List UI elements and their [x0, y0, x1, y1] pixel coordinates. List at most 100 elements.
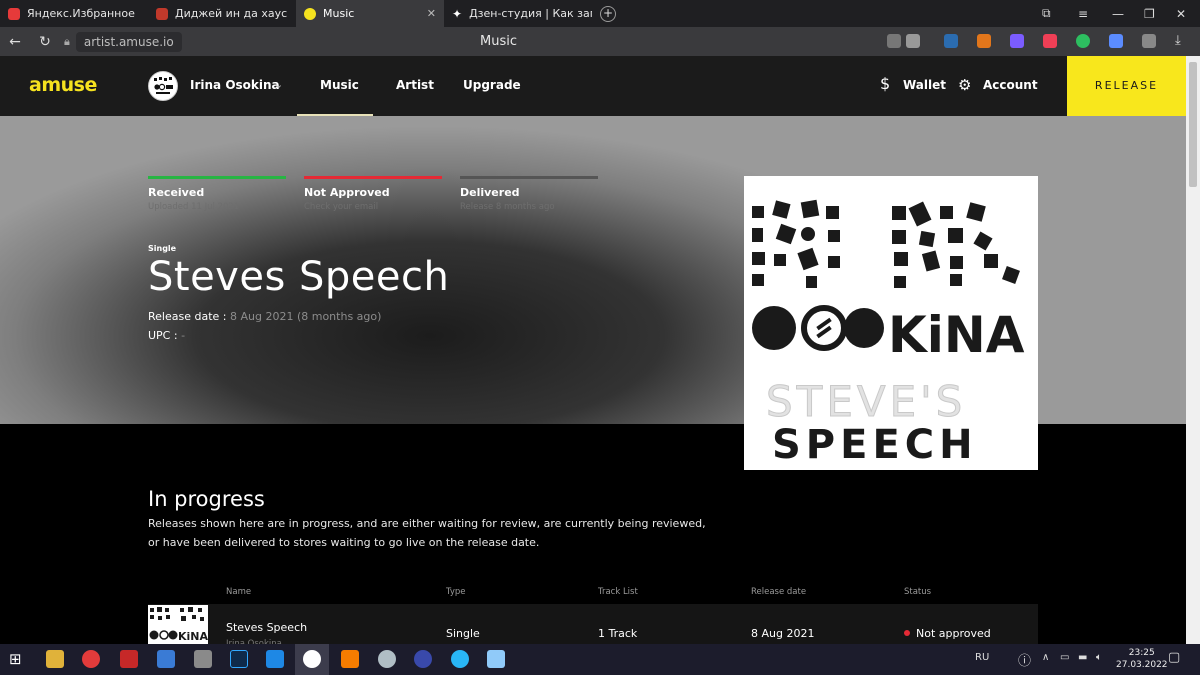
step-bar	[304, 176, 442, 179]
vpn-extension-icon[interactable]	[944, 34, 958, 48]
windows-start-icon[interactable]: ⊞	[9, 650, 27, 668]
row-name[interactable]: Steves Speech	[226, 621, 307, 634]
yandex-browser-icon[interactable]	[303, 650, 321, 668]
step-bar	[148, 176, 286, 179]
notifications-icon[interactable]: ▢	[1168, 650, 1180, 665]
cover-logo-text: KiNA	[888, 306, 1025, 364]
reload-icon[interactable]: ↻	[30, 34, 60, 50]
download-icon[interactable]: ⤓	[1175, 34, 1189, 48]
tabs-list-icon[interactable]: ⧉	[1042, 0, 1051, 27]
nav-music[interactable]: Music	[320, 78, 359, 92]
url-field[interactable]: artist.amuse.io	[75, 31, 182, 52]
restore-icon[interactable]: ❐	[1144, 0, 1155, 27]
calculator-icon[interactable]	[194, 650, 212, 668]
menu-icon[interactable]: ≡	[1078, 0, 1088, 27]
clock-date: 27.03.2022	[1116, 660, 1168, 670]
row-type: Single	[446, 627, 480, 640]
chevron-down-icon[interactable]: ⌄	[274, 78, 283, 91]
release-button[interactable]: RELEASE	[1067, 56, 1186, 116]
extension-icon[interactable]	[1010, 34, 1024, 48]
help-icon[interactable]: ⓘ	[1018, 650, 1031, 669]
in-progress-description: Releases shown here are in progress, and…	[148, 517, 706, 549]
cover-title-line2: SPEECH	[772, 422, 978, 468]
app-icon[interactable]	[157, 650, 175, 668]
network-icon[interactable]: ▭	[1060, 652, 1069, 663]
new-tab-icon[interactable]: +	[600, 5, 616, 22]
chevron-up-icon[interactable]: ∧	[1042, 652, 1049, 663]
app-icon[interactable]	[487, 650, 505, 668]
app-icon[interactable]	[414, 650, 432, 668]
tab-label: Дзен-студия | Как загрузи	[469, 7, 592, 20]
scrollbar-thumb[interactable]	[1189, 62, 1197, 187]
browser-tab-active[interactable]: Music ✕	[296, 0, 444, 27]
column-header-type: Type	[446, 587, 466, 597]
browser-tab[interactable]: Яндекс.Избранное	[0, 0, 148, 27]
tab-label: Music	[323, 7, 355, 20]
release-thumbnail[interactable]: KiNA	[148, 605, 208, 645]
in-progress-heading: In progress	[148, 487, 265, 511]
step-sub: Check your email	[304, 202, 379, 212]
vlc-icon[interactable]	[341, 650, 359, 668]
extension-icon[interactable]	[1109, 34, 1123, 48]
dollar-icon: $	[880, 74, 891, 93]
status-step-not-approved: Not Approved Check your email	[304, 176, 442, 212]
app-icon[interactable]	[451, 650, 469, 668]
extension-icon[interactable]	[887, 34, 901, 48]
avatar[interactable]	[148, 71, 178, 101]
step-label: Received	[148, 186, 205, 199]
metamask-icon[interactable]	[977, 34, 991, 48]
amuse-favicon-icon	[304, 7, 316, 20]
app-icon[interactable]	[82, 650, 100, 668]
back-icon[interactable]: ←	[0, 34, 30, 50]
gear-icon: ⚙︎	[958, 76, 972, 94]
user-name[interactable]: Irina Osokina	[190, 78, 280, 92]
step-sub: Uploaded 11 Jul 2021	[148, 202, 240, 212]
account-link[interactable]: Account	[983, 78, 1038, 92]
extensions-icon[interactable]	[1142, 34, 1156, 48]
row-status: Not approved	[904, 627, 991, 640]
release-type: Single	[148, 244, 177, 253]
row-tracks: 1 Track	[598, 627, 638, 640]
clock-time: 23:25	[1128, 648, 1155, 658]
release-date-value: 8 Aug 2021	[229, 310, 294, 323]
amuse-logo[interactable]: amuse	[29, 74, 97, 96]
column-header-release-date: Release date	[751, 587, 807, 597]
release-upc: UPC : -	[148, 329, 185, 342]
nav-upgrade[interactable]: Upgrade	[463, 78, 521, 92]
mail-icon[interactable]	[266, 650, 284, 668]
pocket-icon[interactable]	[1043, 34, 1057, 48]
photoshop-icon[interactable]	[230, 650, 248, 668]
release-date-ago: (8 months ago)	[296, 310, 382, 323]
step-label: Delivered	[460, 186, 520, 199]
power-app-icon[interactable]	[120, 650, 138, 668]
battery-icon[interactable]: ▬	[1078, 652, 1087, 663]
status-step-delivered: Delivered Release 8 months ago	[460, 176, 598, 212]
close-tab-icon[interactable]: ✕	[427, 7, 436, 20]
wallet-link[interactable]: Wallet	[903, 78, 946, 92]
lock-icon: 🔒︎	[64, 34, 70, 48]
upc-value: -	[181, 329, 186, 342]
bookmark-icon[interactable]	[906, 34, 920, 48]
status-text: Not approved	[916, 627, 991, 640]
file-explorer-icon[interactable]	[46, 650, 64, 668]
taskbar-clock[interactable]: 23:25 27.03.2022	[1116, 647, 1168, 671]
zen-favicon-icon: ✦	[452, 6, 463, 21]
step-bar	[460, 176, 598, 179]
browser-tab[interactable]: ✦ Дзен-студия | Как загрузи	[444, 0, 592, 27]
nav-artist[interactable]: Artist	[396, 78, 434, 92]
browser-tab[interactable]: Диджей ин да хаус	[148, 0, 296, 27]
cover-title-line1: STEVE'S	[766, 377, 966, 426]
evernote-icon[interactable]	[1076, 34, 1090, 48]
language-indicator[interactable]: RU	[975, 652, 989, 663]
release-thumbnail-image: KiNA	[149, 607, 208, 643]
status-dot	[904, 630, 910, 636]
close-window-icon[interactable]: ✕	[1176, 0, 1186, 27]
minimize-icon[interactable]: —	[1112, 0, 1124, 27]
step-sub: Release 8 months ago	[460, 202, 555, 212]
cover-art: KiNA STEVE'S SPEECH	[744, 176, 1038, 470]
volume-icon[interactable]: 🔈︎	[1096, 652, 1102, 663]
site-favicon-icon	[156, 7, 168, 20]
paint-icon[interactable]	[378, 650, 396, 668]
release-title: Steves Speech	[148, 254, 450, 300]
upc-label: UPC :	[148, 329, 178, 342]
